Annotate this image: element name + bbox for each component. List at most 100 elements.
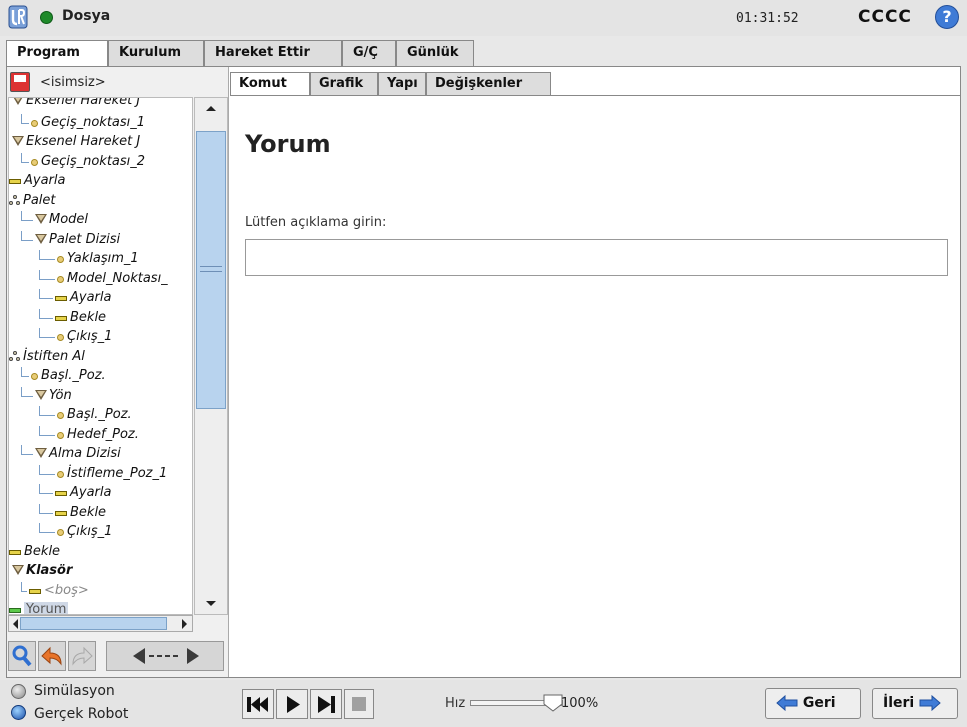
tab-program[interactable]: Program — [6, 40, 108, 67]
tree-horizontal-thumb[interactable] — [20, 617, 167, 630]
tree-item[interactable]: Palet — [9, 192, 192, 211]
tree-item[interactable]: Ayarla — [9, 289, 192, 308]
skip-back-button[interactable] — [242, 689, 274, 719]
tree-item[interactable]: Bekle — [9, 503, 192, 523]
tree-item[interactable]: Eksenel Hareket J — [9, 133, 192, 152]
simulation-label[interactable]: Simülasyon — [34, 683, 115, 699]
scroll-up-icon[interactable] — [205, 104, 217, 112]
tree-connector — [39, 269, 55, 280]
speed-value: 100% — [561, 696, 599, 711]
tab-gc[interactable]: G/Ç — [342, 40, 396, 66]
tree-connector — [21, 581, 27, 592]
tree-connector — [39, 406, 55, 416]
folder-icon — [12, 565, 24, 575]
tree-item[interactable]: Çıkış_1 — [9, 523, 192, 542]
tree-connector — [39, 308, 53, 319]
tree-item-label: Hedef_Poz. — [67, 426, 139, 442]
wait-icon — [55, 510, 67, 516]
move-arrows-icon — [133, 648, 199, 664]
tree-item[interactable]: Bekle — [9, 308, 192, 328]
speed-slider-thumb[interactable] — [543, 694, 563, 712]
pallet-icon — [9, 350, 21, 363]
tree-item[interactable]: Model — [9, 211, 192, 230]
comment-icon — [9, 608, 21, 613]
tree-item[interactable]: Palet Dizisi — [9, 230, 192, 250]
program-tree[interactable]: Eksenel Hareket J Geçiş_noktası_1 Eksenel … — [8, 97, 193, 615]
file-menu[interactable]: Dosya — [62, 8, 110, 24]
tree-item[interactable]: Klasör — [9, 562, 192, 581]
tree-item[interactable]: Bekle — [9, 543, 192, 562]
tree-item[interactable]: Eksenel Hareket J — [9, 98, 192, 111]
redo-button[interactable] — [68, 641, 96, 671]
tree-connector — [21, 152, 29, 163]
tree-item-label: Palet — [23, 192, 56, 208]
command-panel — [230, 96, 960, 676]
tab-grafik[interactable]: Grafik — [310, 72, 378, 96]
tree-item-label: Başl._Poz. — [41, 368, 106, 383]
move-icon — [12, 98, 24, 105]
tree-connector — [39, 328, 55, 338]
comment-input[interactable] — [245, 239, 948, 276]
next-button[interactable]: İleri — [872, 688, 958, 719]
tree-item-label: Palet Dizisi — [49, 231, 121, 247]
tree-item-label: Ayarla — [70, 485, 112, 500]
skip-back-icon — [247, 697, 268, 712]
drag-move-button[interactable] — [106, 641, 224, 671]
top-bar — [0, 0, 967, 36]
scroll-right-icon[interactable] — [181, 618, 189, 630]
tab-hareket-ettir[interactable]: Hareket Ettir — [204, 40, 342, 66]
tree-item[interactable]: Ayarla — [9, 172, 192, 191]
stop-button[interactable] — [344, 689, 374, 719]
tab-yapi[interactable]: Yapı — [378, 72, 426, 96]
tree-item[interactable]: Yorum — [9, 601, 192, 614]
tree-item[interactable]: <boş> — [9, 581, 192, 601]
tree-connector — [39, 289, 53, 299]
tree-item-label: İstifleme_Poz_1 — [67, 465, 168, 481]
ur-logo-icon — [8, 5, 28, 29]
simulation-radio[interactable] — [11, 684, 26, 699]
back-button[interactable]: Geri — [765, 688, 861, 719]
tab-degiskenler[interactable]: Değişkenler — [426, 72, 551, 96]
tree-item-label: Bekle — [70, 309, 107, 325]
scroll-down-icon[interactable] — [205, 600, 217, 608]
tree-item[interactable]: Alma Dizisi — [9, 445, 192, 464]
tree-item[interactable]: Model_Noktası_ — [9, 269, 192, 289]
waypoint-icon — [57, 470, 64, 478]
step-button[interactable] — [310, 689, 342, 719]
tree-item[interactable]: Başl._Poz. — [9, 406, 192, 425]
tree-item[interactable]: İstifleme_Poz_1 — [9, 464, 192, 484]
search-button[interactable] — [8, 641, 36, 671]
help-button[interactable]: ? — [935, 5, 959, 29]
real-robot-radio[interactable] — [11, 705, 26, 720]
move-icon — [35, 214, 47, 224]
tab-kurulum[interactable]: Kurulum — [108, 40, 204, 66]
file-status-icon[interactable] — [40, 11, 53, 24]
tree-item[interactable]: Geçiş_noktası_2 — [9, 152, 192, 172]
undo-button[interactable] — [38, 641, 66, 671]
tree-connector — [21, 211, 33, 221]
tree-item-label: Klasör — [26, 563, 73, 578]
tree-connector — [39, 464, 55, 475]
tree-item[interactable]: İstiften Al — [9, 348, 192, 367]
tree-connector — [21, 230, 33, 241]
tree-item-label: Bekle — [24, 543, 61, 559]
tree-item-label: Eksenel Hareket J — [26, 134, 141, 149]
tab-komut[interactable]: Komut — [230, 72, 310, 96]
tree-item[interactable]: Hedef_Poz. — [9, 425, 192, 445]
tree-item-label: Ayarla — [70, 290, 112, 305]
tree-item[interactable]: Yön — [9, 386, 192, 406]
tab-gunluk[interactable]: Günlük — [396, 40, 474, 66]
speed-label: Hız — [445, 696, 466, 711]
tree-item-label: İstiften Al — [23, 348, 85, 364]
real-robot-label[interactable]: Gerçek Robot — [34, 706, 128, 722]
scroll-left-icon[interactable] — [11, 618, 19, 630]
tree-item[interactable]: Yaklaşım_1 — [9, 250, 192, 269]
tree-item[interactable]: Başl._Poz. — [9, 367, 192, 386]
waypoint-icon — [57, 275, 64, 283]
play-button[interactable] — [276, 689, 308, 719]
tree-item[interactable]: Ayarla — [9, 484, 192, 503]
save-program-icon[interactable] — [10, 72, 30, 92]
tree-item[interactable]: Geçiş_noktası_1 — [9, 113, 192, 133]
set-icon — [55, 296, 67, 301]
tree-item[interactable]: Çıkış_1 — [9, 328, 192, 347]
